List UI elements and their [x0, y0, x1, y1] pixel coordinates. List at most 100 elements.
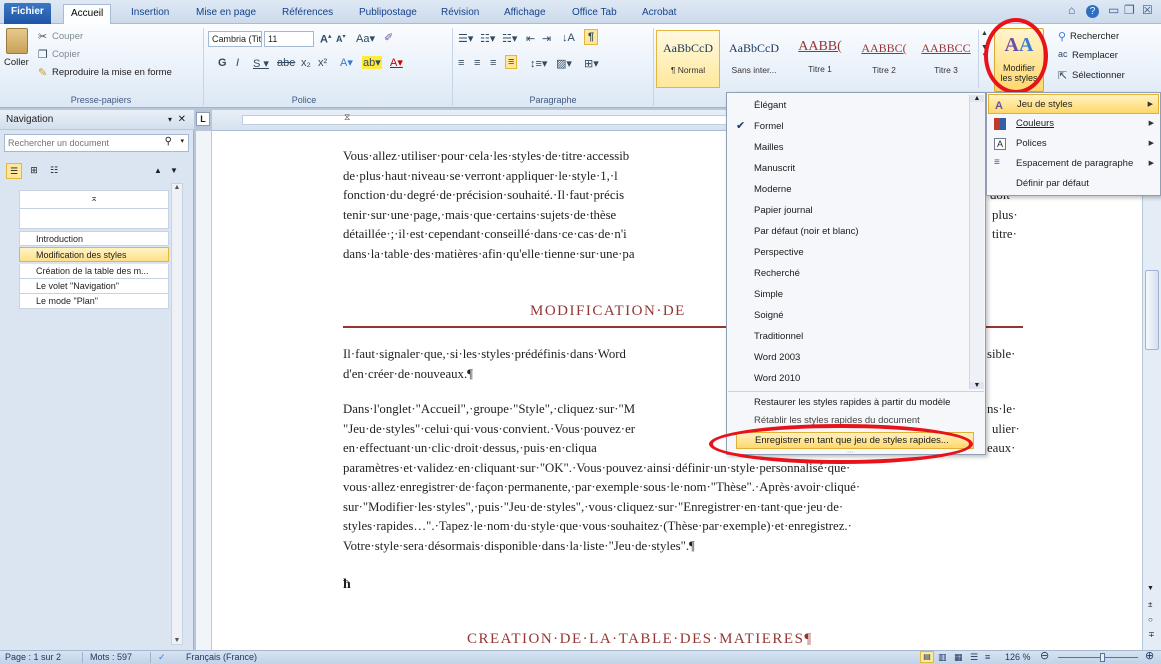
tab-selector-icon[interactable]: L — [196, 112, 210, 126]
web-layout-icon[interactable]: ▦ — [954, 651, 963, 664]
zoom-level[interactable]: 126 % — [1005, 651, 1031, 664]
text-effects-icon[interactable]: A▾ — [340, 56, 353, 69]
pages-view-icon[interactable]: ⊞ — [26, 163, 42, 179]
decrease-indent-icon[interactable]: ⇤ — [526, 32, 535, 45]
restore-icon[interactable]: ❐ — [1124, 3, 1135, 17]
format-painter-button[interactable]: Reproduire la mise en forme — [52, 67, 172, 78]
submenu-item-set-default[interactable]: Définir par défaut — [988, 174, 1159, 194]
zoom-in-icon[interactable]: ⊕ — [1145, 650, 1154, 663]
vertical-ruler[interactable] — [196, 131, 212, 650]
tab-accueil[interactable]: Accueil — [63, 4, 112, 24]
nav-heading-item[interactable]: Le volet "Navigation" — [19, 279, 169, 294]
menu-item-style-set[interactable]: Élégant — [728, 95, 968, 116]
search-dropdown-icon[interactable]: ▾ — [180, 137, 184, 145]
change-case-icon[interactable]: Aa▾ — [356, 32, 375, 45]
scroll-thumb[interactable] — [1145, 270, 1159, 350]
copy-button[interactable]: Copier — [52, 49, 80, 60]
menu-item-style-set[interactable]: Moderne — [728, 179, 968, 200]
navigation-blank-item[interactable] — [19, 209, 169, 229]
headings-view-icon[interactable]: ☰ — [6, 163, 22, 179]
zoom-slider[interactable] — [1058, 657, 1138, 658]
submenu-item-fonts[interactable]: A Polices ▶ — [988, 134, 1159, 154]
clear-format-icon[interactable]: ✐ — [384, 31, 393, 44]
grow-font-icon[interactable]: A▴ — [320, 32, 331, 46]
align-center-icon[interactable]: ≡ — [474, 57, 480, 69]
menu-item-style-set[interactable]: Word 2010 — [728, 368, 968, 389]
font-size-combo[interactable]: 11 — [264, 31, 314, 47]
search-icon[interactable]: ⚲ — [165, 136, 172, 147]
scroll-down-icon[interactable]: ▼ — [1147, 585, 1154, 592]
nav-heading-item[interactable]: Introduction — [19, 231, 169, 246]
pane-close-icon[interactable]: ✕ — [178, 110, 186, 130]
italic-icon[interactable]: I — [236, 57, 239, 69]
menu-item-style-set[interactable]: Papier journal — [728, 200, 968, 221]
document-page[interactable]: Vous·allez·utiliser·pour·cela·les·styles… — [212, 131, 1142, 650]
navigation-search-input[interactable] — [5, 135, 145, 151]
paste-icon[interactable] — [6, 28, 28, 54]
shrink-font-icon[interactable]: A▾ — [336, 33, 346, 44]
tab-affichage[interactable]: Affichage — [497, 4, 553, 24]
tab-publipostage[interactable]: Publipostage — [352, 4, 424, 24]
submenu-item-colors[interactable]: Couleurs ▶ — [988, 114, 1159, 134]
draft-icon[interactable]: ≡ — [985, 651, 990, 664]
tab-references[interactable]: Références — [275, 4, 340, 24]
bold-icon[interactable]: G — [218, 57, 227, 69]
show-marks-icon[interactable]: ¶ — [584, 29, 599, 45]
find-button[interactable]: Rechercher — [1070, 31, 1119, 42]
menu-item-style-set[interactable]: Manuscrit — [728, 158, 968, 179]
scroll-up-icon[interactable]: ▲ — [970, 95, 984, 102]
increase-indent-icon[interactable]: ⇥ — [542, 32, 551, 45]
menu-item-style-set[interactable]: Traditionnel — [728, 326, 968, 347]
scroll-up-icon[interactable]: ▲ — [172, 184, 182, 191]
scroll-down-icon[interactable]: ▼ — [970, 382, 984, 389]
close-icon[interactable]: ☒ — [1142, 3, 1153, 17]
help-icon[interactable]: ? — [1086, 5, 1099, 18]
nav-heading-item[interactable]: Le mode "Plan" — [19, 294, 169, 309]
style-titre-1[interactable]: AABB( Titre 1 — [788, 30, 852, 88]
page-count[interactable]: Page : 1 sur 2 — [5, 651, 61, 664]
nav-heading-item[interactable]: Création de la table des m... — [19, 264, 169, 279]
menu-item-style-set[interactable]: Perspective — [728, 242, 968, 263]
next-heading-icon[interactable]: ▼ — [170, 166, 178, 175]
ribbon-collapse-icon[interactable]: ⌂ — [1068, 3, 1075, 17]
replace-button[interactable]: Remplacer — [1072, 50, 1118, 61]
multilevel-icon[interactable]: ☵▾ — [502, 32, 517, 45]
tab-mise-en-page[interactable]: Mise en page — [189, 4, 263, 24]
menu-item-style-set[interactable]: Mailles — [728, 137, 968, 158]
word-count[interactable]: Mots : 597 — [90, 651, 132, 664]
results-view-icon[interactable]: ☷ — [46, 163, 62, 179]
proofing-icon[interactable]: ✓ — [158, 651, 166, 664]
style-titre-3[interactable]: AABBCC Titre 3 — [914, 30, 978, 88]
print-layout-icon[interactable]: ▤ — [920, 651, 934, 663]
browse-object-icon[interactable]: ○ — [1148, 615, 1153, 624]
justify-icon[interactable]: ≡ — [505, 55, 518, 69]
next-page-icon[interactable]: ∓ — [1148, 630, 1155, 639]
align-left-icon[interactable]: ≡ — [458, 57, 464, 69]
menu-item-style-set[interactable]: ✔ Formel — [728, 116, 968, 137]
menu-item-style-set[interactable]: Simple — [728, 284, 968, 305]
font-color-icon[interactable]: A▾ — [390, 56, 403, 69]
indent-marker-icon[interactable]: ⧖ — [344, 112, 350, 123]
submenu-item-paragraph-spacing[interactable]: ≡ Espacement de paragraphe ▶ — [988, 154, 1159, 174]
zoom-out-icon[interactable]: ⊖ — [1040, 650, 1049, 663]
superscript-icon[interactable]: x² — [318, 57, 327, 69]
scroll-down-icon[interactable]: ▼ — [172, 637, 182, 644]
navigation-scrollbar[interactable]: ▲ ▼ — [171, 183, 183, 645]
menu-scrollbar[interactable]: ▲ ▼ — [969, 95, 984, 389]
style-titre-2[interactable]: AABBC( Titre 2 — [852, 30, 916, 88]
menu-item-style-set[interactable]: Par défaut (noir et blanc) — [728, 221, 968, 242]
previous-page-icon[interactable]: ± — [1148, 600, 1152, 609]
bullets-icon[interactable]: ☰▾ — [458, 32, 473, 45]
full-screen-icon[interactable]: ▥ — [938, 651, 947, 664]
zoom-slider-thumb[interactable] — [1100, 653, 1105, 662]
shading-icon[interactable]: ▨▾ — [556, 57, 572, 70]
menu-item-style-set[interactable]: Word 2003 — [728, 347, 968, 368]
font-name-combo[interactable]: Cambria (Titre — [208, 31, 262, 47]
tab-acrobat[interactable]: Acrobat — [635, 4, 683, 24]
subscript-icon[interactable]: x₂ — [301, 57, 311, 69]
restore-quick-styles-item[interactable]: Restaurer les styles rapides à partir du… — [728, 397, 984, 408]
tab-fichier[interactable]: Fichier — [4, 3, 51, 24]
tab-insertion[interactable]: Insertion — [124, 4, 176, 24]
numbering-icon[interactable]: ☷▾ — [480, 32, 495, 45]
collapse-all-icon[interactable]: ⌅ — [19, 190, 169, 209]
